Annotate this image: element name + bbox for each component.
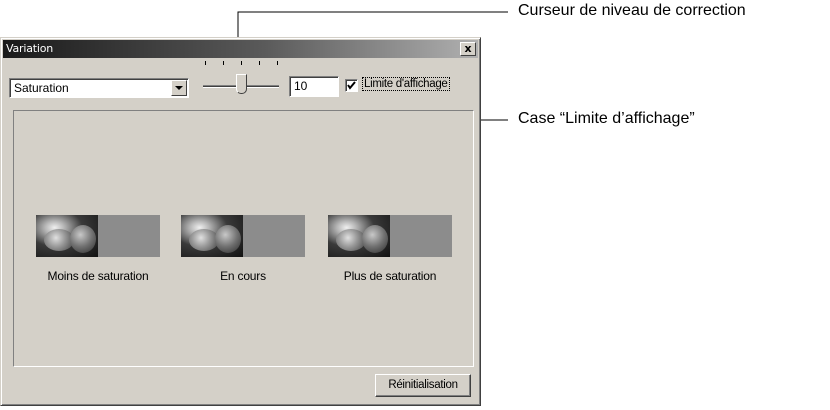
variation-dialog: Variation x Saturation 10 Limite d'affic… [0,37,481,406]
checkmark-icon [347,81,356,90]
slider-callout-label: Curseur de niveau de correction [518,2,746,19]
slider-thumb[interactable] [236,74,247,94]
title-bar[interactable]: Variation x [3,40,478,58]
chevron-down-icon[interactable] [171,80,187,96]
slider-tick [259,61,260,65]
dropdown-selected-value: Saturation [14,81,69,95]
slider-tick [241,61,242,65]
variation-type-dropdown[interactable]: Saturation [9,78,189,98]
preview-thumbnail-more[interactable] [328,215,452,257]
display-limit-checkbox[interactable] [345,79,358,92]
close-icon: x [464,42,472,55]
slider-tick [223,61,224,65]
preview-thumbnail-less[interactable] [36,215,160,257]
correction-level-field[interactable]: 10 [289,76,339,97]
preview-image [328,215,390,257]
correction-level-slider[interactable] [201,58,281,94]
preview-panel: Moins de saturation En cours Plus de sat… [13,110,474,367]
slider-tick [205,61,206,65]
preview-image [181,215,243,257]
close-button[interactable]: x [460,42,476,56]
preview-image [36,215,98,257]
reset-button[interactable]: Réinitialisation [375,374,471,397]
slider-tick [277,61,278,65]
preview-caption-less: Moins de saturation [47,269,149,283]
display-limit-label[interactable]: Limite d'affichage [362,77,450,91]
preview-caption-current: En cours [220,269,266,283]
preview-thumbnail-current[interactable] [181,215,305,257]
checkbox-callout-label: Case “Limite d’affichage” [518,110,695,127]
preview-caption-more: Plus de saturation [343,269,437,283]
window-title: Variation [6,42,54,55]
